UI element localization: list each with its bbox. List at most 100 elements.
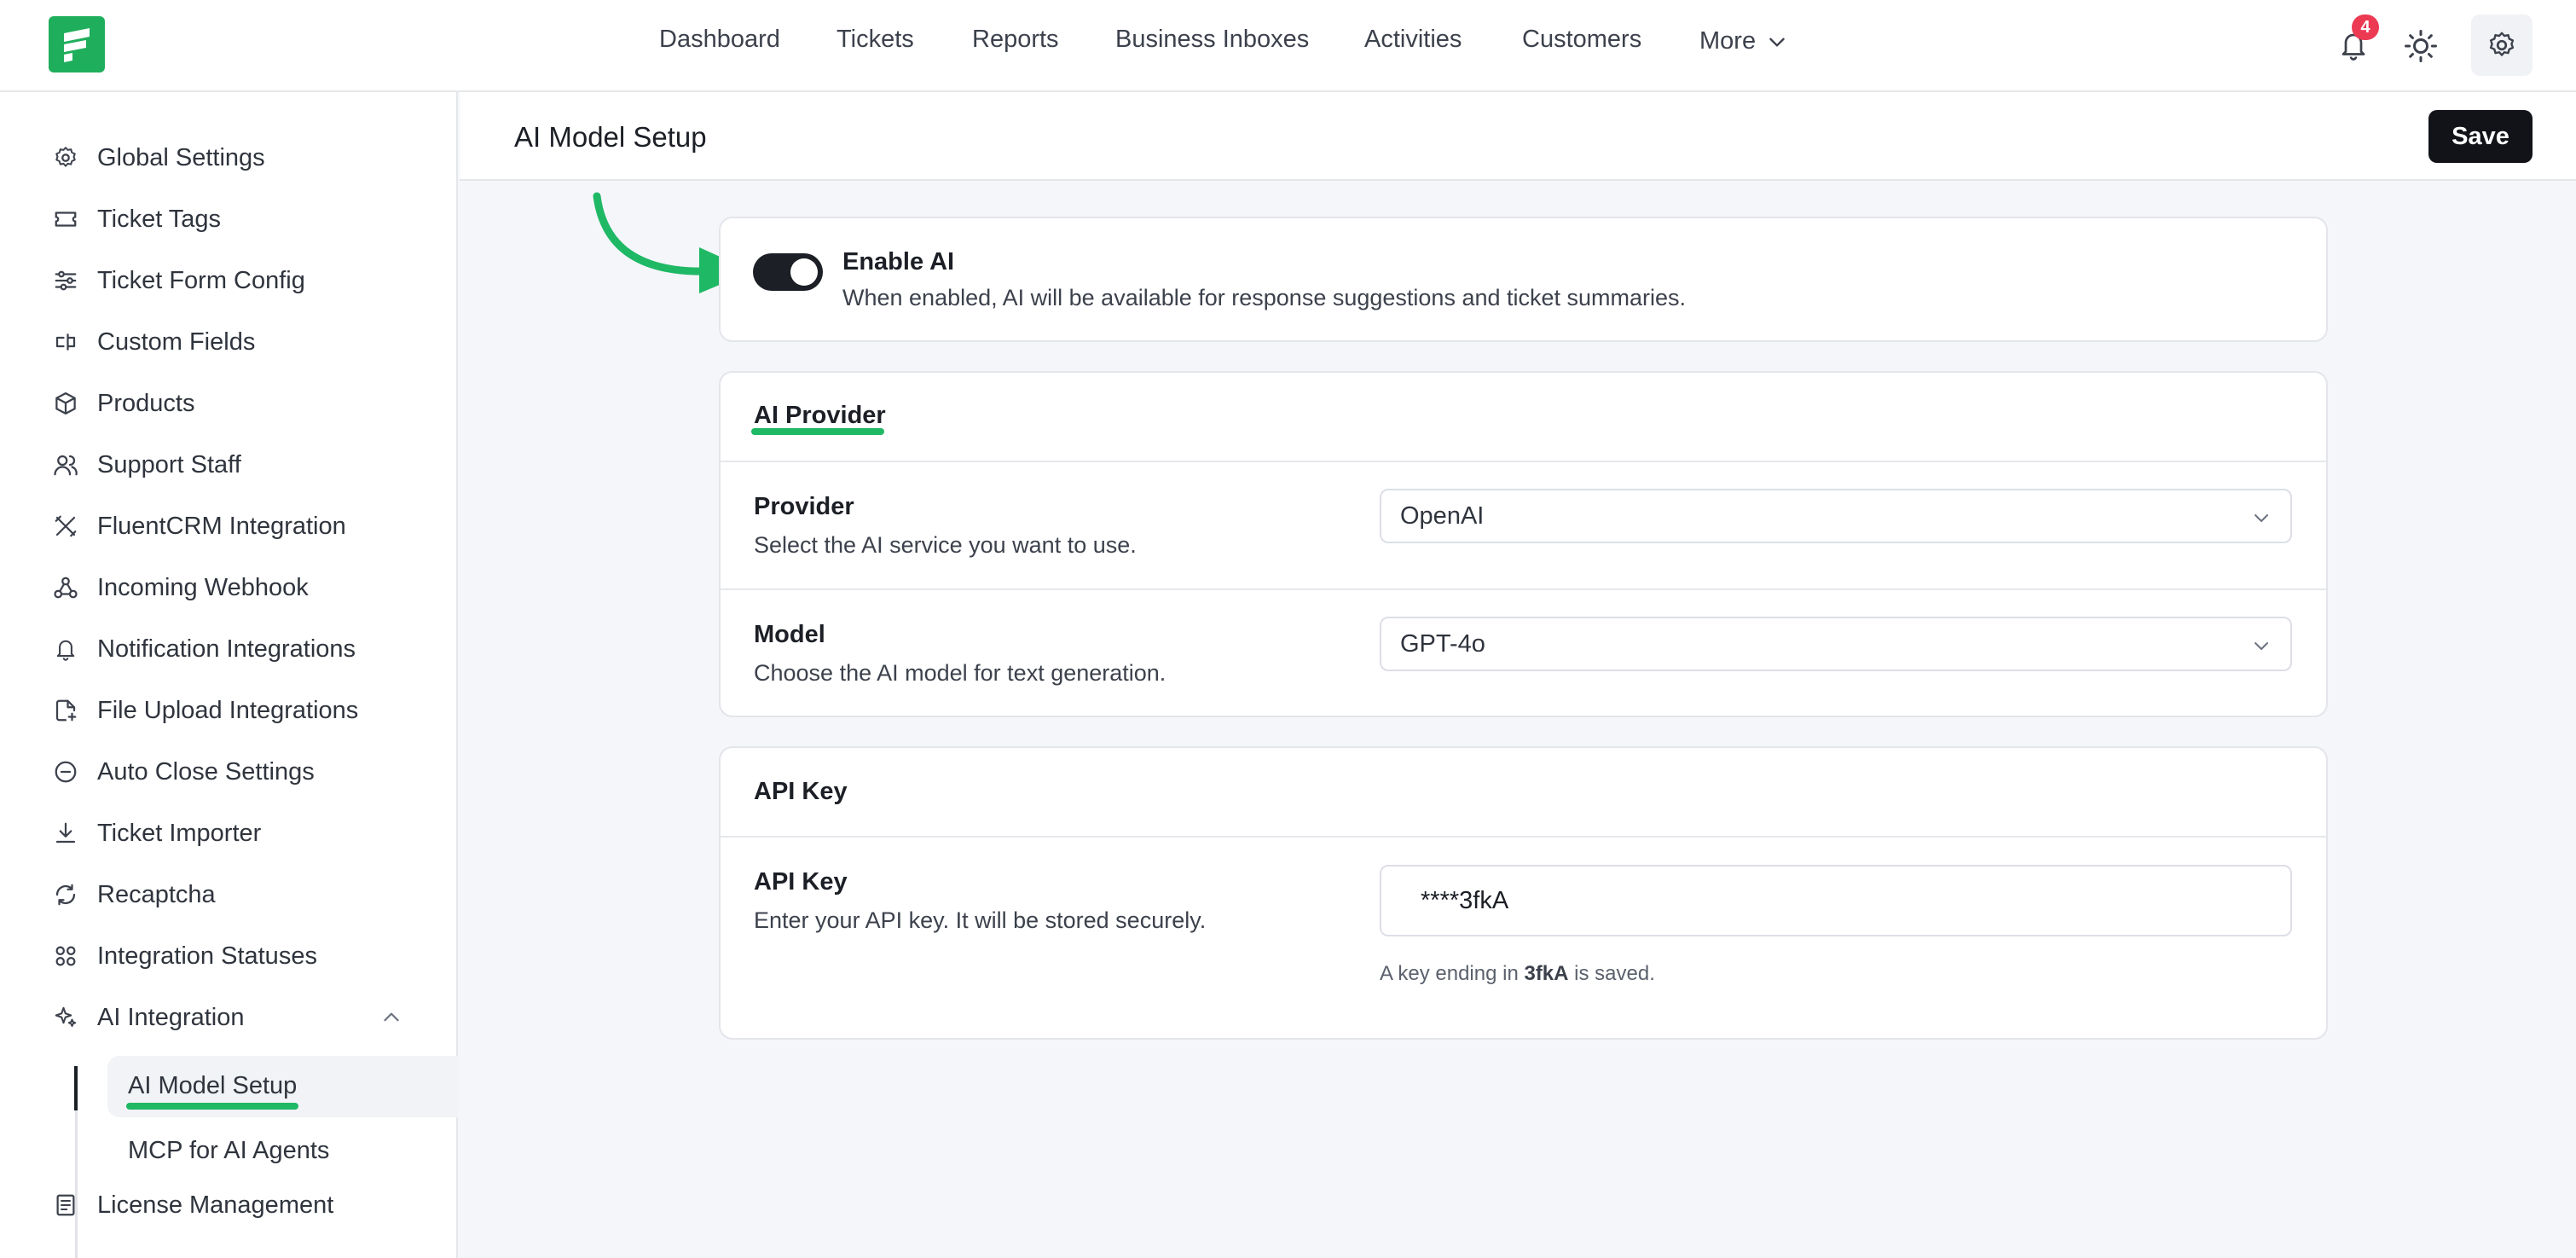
sidebar-item-ai-integration[interactable]: AI Integration: [0, 994, 458, 1041]
sidebar-item-support-staff[interactable]: Support Staff: [0, 441, 458, 489]
sidebar-item-label: Recaptcha: [97, 880, 216, 908]
chevron-down-icon: [2255, 514, 2268, 522]
ai-provider-section-title: AI Provider: [754, 402, 886, 429]
provider-select[interactable]: OpenAI: [1380, 489, 2292, 543]
enable-ai-description: When enabled, AI will be available for r…: [842, 285, 1687, 310]
sidebar-item-label: FluentCRM Integration: [97, 512, 346, 540]
sidebar-item-global-settings[interactable]: Global Settings: [0, 134, 458, 182]
bell-icon: [51, 635, 80, 664]
sidebar-item-ticket-form-config[interactable]: Ticket Form Config: [0, 257, 458, 304]
gear-icon: [51, 143, 80, 172]
row-divider: [721, 588, 2326, 590]
minus-circle-icon: [51, 757, 80, 786]
hint-key: 3fkA: [1524, 962, 1569, 985]
sidebar-item-label: Global Settings: [97, 143, 265, 171]
active-item-highlight-underline: [126, 1103, 298, 1110]
model-select[interactable]: GPT-4o: [1380, 617, 2292, 671]
nav-reports[interactable]: Reports: [972, 26, 1059, 54]
section-highlight-underline: [751, 428, 884, 435]
section-divider: [721, 836, 2326, 838]
box-icon: [51, 389, 80, 418]
hint-suffix: is saved.: [1574, 962, 1655, 985]
sidebar-item-auto-close-settings[interactable]: Auto Close Settings: [0, 748, 458, 796]
section-divider: [721, 461, 2326, 462]
nav-tickets[interactable]: Tickets: [836, 26, 914, 54]
chevron-down-icon: [1769, 38, 1785, 47]
sidebar-item-label: Integration Statuses: [97, 942, 317, 970]
sidebar-item-ticket-tags[interactable]: Ticket Tags: [0, 195, 458, 243]
sidebar-item-products[interactable]: Products: [0, 380, 458, 427]
download-icon: [51, 819, 80, 848]
page-title: AI Model Setup: [514, 121, 707, 153]
nav-customers[interactable]: Customers: [1522, 26, 1641, 54]
sidebar-item-label: File Upload Integrations: [97, 696, 359, 724]
settings-sidebar: Global Settings Ticket Tags Ticket Form …: [0, 92, 458, 1258]
ticket-icon: [51, 205, 80, 234]
sidebar-item-label: Products: [97, 389, 195, 417]
sidebar-item-ticket-importer[interactable]: Ticket Importer: [0, 809, 458, 857]
sliders-icon: [51, 266, 80, 295]
nav-business-inboxes[interactable]: Business Inboxes: [1115, 26, 1309, 54]
sun-icon: [2405, 30, 2437, 62]
users-icon: [51, 450, 80, 479]
chevron-down-icon: [2255, 642, 2268, 650]
sidebar-item-integration-statuses[interactable]: Integration Statuses: [0, 932, 458, 980]
api-key-input[interactable]: [1380, 865, 2292, 936]
provider-description: Select the AI service you want to use.: [754, 532, 1137, 558]
sidebar-item-file-upload-integrations[interactable]: File Upload Integrations: [0, 687, 458, 734]
file-upload-icon: [51, 696, 80, 725]
sidebar-item-fluentcrm-integration[interactable]: FluentCRM Integration: [0, 502, 458, 550]
nav-dashboard[interactable]: Dashboard: [659, 26, 780, 54]
sidebar-subitem-ai-model-setup[interactable]: AI Model Setup: [128, 1072, 297, 1100]
api-key-description: Enter your API key. It will be stored se…: [754, 907, 1207, 933]
webhook-icon: [51, 573, 80, 602]
nav-activities[interactable]: Activities: [1364, 26, 1462, 54]
content-header: [460, 92, 2576, 181]
sidebar-item-label: Custom Fields: [97, 328, 256, 356]
sidebar-item-license-management[interactable]: License Management: [0, 1181, 458, 1229]
submenu-active-indicator: [74, 1066, 78, 1110]
sidebar-item-label: Ticket Importer: [97, 819, 262, 847]
provider-select-value: OpenAI: [1400, 501, 1485, 530]
custom-fields-icon: [51, 328, 80, 357]
toggle-knob: [790, 258, 818, 286]
sidebar-item-notification-integrations[interactable]: Notification Integrations: [0, 625, 458, 673]
tools-icon: [51, 512, 80, 541]
model-description: Choose the AI model for text generation.: [754, 660, 1166, 686]
model-select-value: GPT-4o: [1400, 629, 1485, 658]
sidebar-item-incoming-webhook[interactable]: Incoming Webhook: [0, 564, 458, 612]
model-label: Model: [754, 621, 825, 648]
api-key-saved-hint: A key ending in 3fkA is saved.: [1380, 962, 1655, 986]
sidebar-subitem-mcp-for-ai-agents[interactable]: MCP for AI Agents: [128, 1137, 329, 1165]
sidebar-item-label: Ticket Form Config: [97, 266, 305, 294]
document-icon: [51, 1191, 80, 1220]
refresh-icon: [51, 880, 80, 909]
sidebar-item-recaptcha[interactable]: Recaptcha: [0, 871, 458, 919]
sparkle-icon: [51, 1003, 80, 1032]
hint-prefix: A key ending in: [1380, 962, 1519, 985]
enable-ai-title: Enable AI: [842, 248, 955, 275]
nav-more[interactable]: More: [1699, 27, 1788, 55]
nav-more-label: More: [1699, 27, 1757, 55]
grid-icon: [51, 942, 80, 971]
gear-icon: [2489, 32, 2515, 56]
sidebar-item-custom-fields[interactable]: Custom Fields: [0, 318, 458, 366]
notification-count-badge: 4: [2352, 14, 2379, 40]
sidebar-item-label: License Management: [97, 1191, 334, 1219]
sidebar-item-label: Support Staff: [97, 450, 241, 478]
app-logo[interactable]: [49, 16, 105, 72]
save-button[interactable]: Save: [2428, 110, 2533, 163]
sidebar-item-label: Incoming Webhook: [97, 573, 309, 601]
chevron-up-icon[interactable]: [380, 1006, 402, 1029]
sidebar-item-label: Ticket Tags: [97, 205, 222, 233]
sidebar-item-label: AI Integration: [97, 1003, 245, 1031]
sidebar-item-label: Notification Integrations: [97, 635, 356, 663]
theme-toggle-button[interactable]: [2401, 26, 2440, 66]
enable-ai-card: [719, 217, 2328, 342]
logo-mark-icon: [64, 28, 90, 62]
top-navbar: Dashboard Tickets Reports Business Inbox…: [0, 0, 2576, 92]
enable-ai-toggle[interactable]: [753, 253, 823, 291]
settings-button[interactable]: [2471, 14, 2533, 76]
api-key-label: API Key: [754, 868, 848, 896]
sidebar-item-label: Auto Close Settings: [97, 757, 315, 786]
